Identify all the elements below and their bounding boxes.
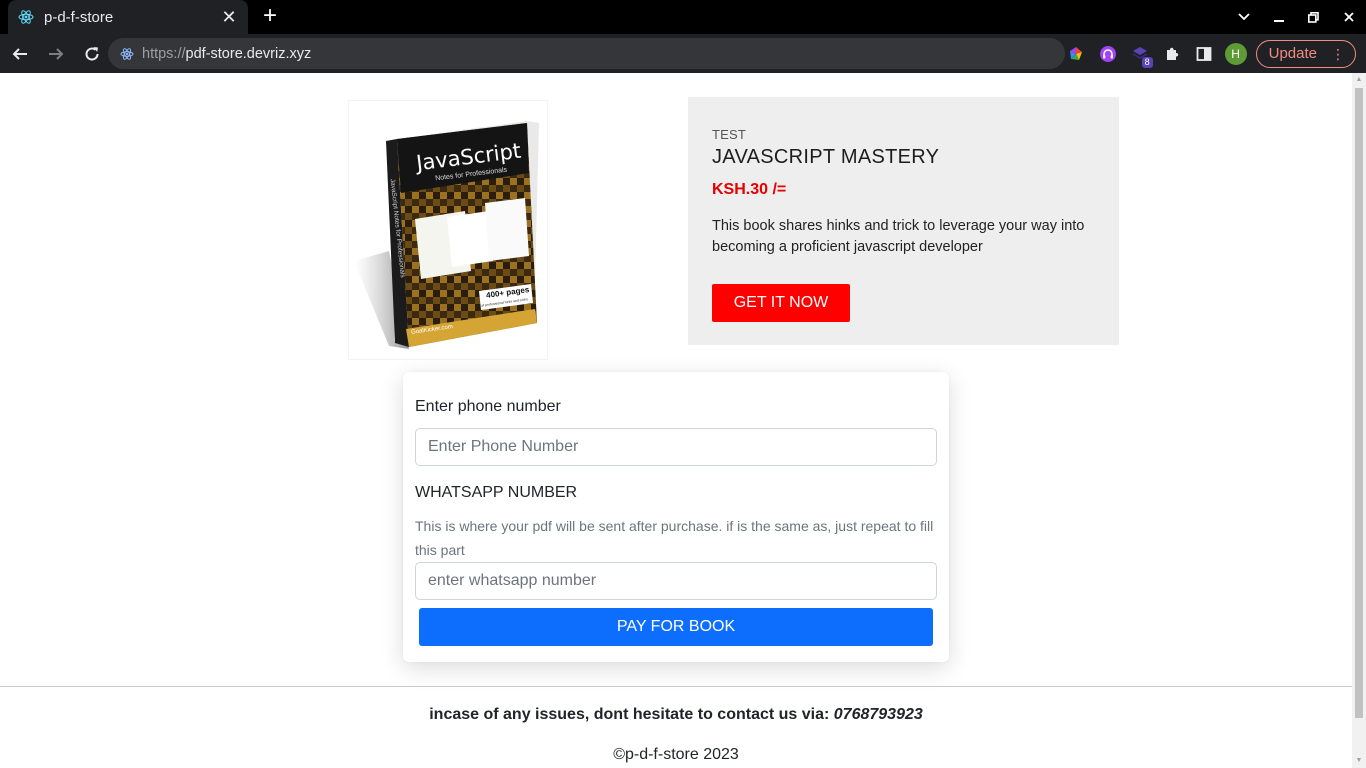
book-cover-image: JavaScript Notes for Professionals JavaS…	[348, 100, 548, 360]
get-it-now-button[interactable]: GET IT NOW	[712, 284, 850, 322]
forward-arrow-icon	[49, 47, 64, 60]
footer-divider	[0, 686, 1352, 687]
color-picker-extension-icon[interactable]	[1060, 38, 1092, 70]
browser-tab-strip: p-d-f-store ✕ +	[0, 0, 1366, 34]
whatsapp-input[interactable]	[415, 562, 937, 600]
whatsapp-label: WHATSAPP NUMBER	[415, 484, 578, 501]
react-favicon-icon	[18, 9, 34, 25]
update-button[interactable]: Update ⋮	[1255, 39, 1356, 68]
browser-tab[interactable]: p-d-f-store ✕	[8, 0, 248, 34]
product-info-card: TEST JAVASCRIPT MASTERY KSH.30 /= This b…	[688, 97, 1119, 345]
stack-extension-icon[interactable]: 8	[1124, 38, 1156, 70]
product-title: JAVASCRIPT MASTERY	[712, 146, 940, 168]
phone-input[interactable]	[415, 428, 937, 466]
footer-contact: incase of any issues, dont hesitate to c…	[0, 706, 1352, 724]
pay-for-book-button[interactable]: PAY FOR BOOK	[419, 608, 933, 646]
page-scrollbar[interactable]: ▲ ▼	[1352, 73, 1366, 768]
contact-text: incase of any issues, dont hesitate to c…	[429, 706, 834, 723]
restore-icon[interactable]	[1296, 0, 1331, 34]
purchase-form: Enter phone number WHATSAPP NUMBER This …	[403, 372, 949, 662]
product-category: TEST	[712, 127, 747, 142]
extension-badge: 8	[1141, 56, 1153, 68]
footer-copyright: ©p-d-f-store 2023	[613, 746, 739, 763]
side-panel-icon[interactable]	[1188, 38, 1220, 70]
page-viewport: JavaScript Notes for Professionals JavaS…	[0, 73, 1352, 768]
tab-close-icon[interactable]: ✕	[220, 7, 238, 28]
url-host: pdf-store.devriz.xyz	[185, 45, 312, 62]
tab-search-icon[interactable]	[1226, 0, 1261, 34]
reload-icon	[85, 46, 99, 61]
window-controls	[1226, 0, 1366, 34]
scrollbar-thumb[interactable]	[1355, 88, 1363, 718]
back-arrow-icon	[12, 47, 27, 60]
contact-phone: 0768793923	[833, 706, 923, 723]
headphones-extension-icon[interactable]	[1092, 38, 1124, 70]
reload-button[interactable]	[76, 38, 108, 70]
minimize-icon[interactable]	[1261, 0, 1296, 34]
address-bar[interactable]: https:// pdf-store.devriz.xyz	[108, 38, 1065, 69]
back-button[interactable]	[4, 38, 36, 70]
tab-title: p-d-f-store	[44, 8, 114, 26]
update-label: Update	[1268, 45, 1317, 62]
product-description: This book shares hinks and trick to leve…	[712, 218, 1085, 255]
new-tab-button[interactable]: +	[258, 4, 282, 29]
forward-button[interactable]	[40, 38, 72, 70]
kebab-menu-icon[interactable]: ⋮	[1331, 47, 1345, 61]
whatsapp-help-text: This is where your pdf will be sent afte…	[415, 518, 934, 558]
extensions-area: 8 H Update ⋮	[1060, 34, 1366, 73]
scroll-down-icon[interactable]: ▼	[1352, 754, 1366, 768]
close-window-icon[interactable]	[1331, 0, 1366, 34]
profile-avatar[interactable]: H	[1220, 38, 1252, 70]
phone-label: Enter phone number	[415, 398, 561, 415]
site-info-icon[interactable]	[120, 47, 134, 61]
browser-toolbar: https:// pdf-store.devriz.xyz 8 H Update…	[0, 34, 1366, 73]
extensions-puzzle-icon[interactable]	[1156, 38, 1188, 70]
url-scheme: https://	[142, 45, 186, 62]
product-price: KSH.30 /=	[712, 181, 787, 198]
avatar: H	[1224, 42, 1247, 65]
scroll-up-icon[interactable]: ▲	[1352, 73, 1366, 87]
